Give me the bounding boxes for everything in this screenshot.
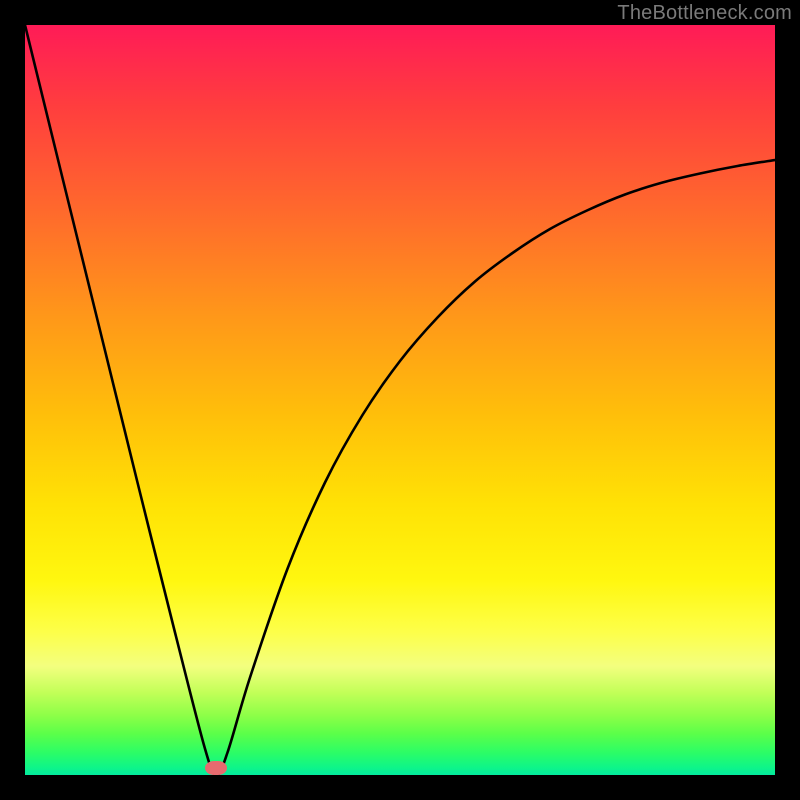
watermark-text: TheBottleneck.com [617, 2, 792, 25]
chart-frame: TheBottleneck.com [0, 0, 800, 800]
minimum-marker [205, 761, 227, 775]
plot-area [25, 25, 775, 775]
curve-path [25, 25, 775, 775]
bottleneck-curve [25, 25, 775, 775]
